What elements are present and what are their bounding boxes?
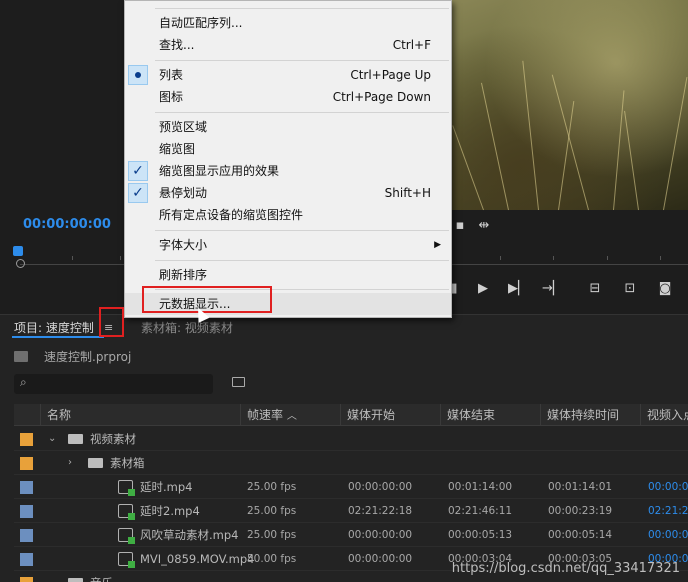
menu-item-hover-scrub[interactable]: ✓ 悬停划动 Shift+H (125, 182, 451, 204)
highlight-panel-menu (99, 307, 124, 337)
chevron-down-icon[interactable]: ⌄ (48, 427, 56, 451)
label-color-swatch[interactable] (20, 577, 33, 582)
menu-item-refresh-sort[interactable]: 刷新排序 (125, 264, 451, 286)
column-header-name[interactable]: 名称 (40, 404, 246, 426)
go-to-out-icon[interactable]: →▏ (542, 281, 563, 297)
menu-item-font-size[interactable]: 字体大小 ▶ (125, 234, 451, 256)
step-forward-icon[interactable]: ▶▏ (508, 281, 528, 297)
playhead-timecode[interactable]: 00:00:00:00 (23, 217, 111, 232)
folder-icon (68, 578, 83, 582)
column-header-fps[interactable]: 帧速率 ︿ (240, 404, 340, 426)
play-icon[interactable]: ▶ (473, 281, 493, 297)
search-input[interactable]: ⌕ (14, 374, 213, 394)
video-clip-icon (118, 528, 135, 544)
tab-bin[interactable]: 素材箱: 视频素材 (141, 319, 233, 336)
folder-icon (88, 458, 103, 468)
project-panel: 项目: 速度控制 ≡ 素材箱: 视频素材 速度控制.prproj ⌕ 名称 帧速… (0, 314, 688, 582)
project-file-icon (14, 351, 28, 362)
project-file-name: 速度控制.prproj (44, 350, 132, 364)
menu-item-list-view[interactable]: 列表 Ctrl+Page Up (125, 64, 451, 86)
clip-row[interactable]: 延时2.mp4 25.00 fps 02:21:22:18 02:21:46:11 00… (14, 499, 688, 523)
clip-row[interactable]: 风吹草动素材.mp4 25.00 fps 00:00:00:00 00:00:05:1… (14, 523, 688, 547)
check-icon: ✓ (128, 183, 148, 203)
video-clip-icon (118, 480, 135, 496)
media-duration-cell: 00:01:14:01 (548, 481, 613, 493)
label-color-swatch[interactable] (20, 505, 33, 518)
menu-item-automate-to-sequence[interactable]: 自动匹配序列... (125, 12, 451, 34)
menu-item-thumbnail-controls[interactable]: 所有定点设备的缩览图控件 (125, 204, 451, 226)
frame-rate-cell: 25.00 fps (247, 529, 297, 541)
chevron-right-icon[interactable]: › (68, 451, 72, 475)
label-color-swatch[interactable] (20, 481, 33, 494)
highlight-metadata-item (142, 286, 272, 313)
label-color-swatch[interactable] (20, 553, 33, 566)
menu-item-preview-area[interactable]: 预览区域 (125, 116, 451, 138)
trim-icon[interactable]: ⇹ (474, 218, 494, 234)
item-name[interactable]: 音乐 (90, 571, 113, 582)
media-end-cell: 02:21:46:11 (448, 505, 513, 517)
item-name[interactable]: 视频素材 (90, 427, 136, 451)
tab-project[interactable]: 项目: 速度控制 (14, 319, 94, 336)
playhead-marker[interactable] (13, 246, 23, 256)
column-header-media-end[interactable]: 媒体结束 (440, 404, 540, 426)
insert-icon[interactable]: ⊟ (585, 281, 605, 297)
media-start-cell: 00:00:00:00 (348, 529, 413, 541)
item-name[interactable]: 延时2.mp4 (140, 499, 200, 523)
media-end-cell: 00:01:14:00 (448, 481, 513, 493)
settings-dropdown-icon[interactable]: ▪ (450, 218, 470, 234)
media-end-cell: 00:00:05:13 (448, 529, 513, 541)
media-start-cell: 00:00:00:00 (348, 553, 413, 565)
menu-item-thumbnails[interactable]: 缩览图 (125, 138, 451, 160)
media-duration-cell: 00:00:23:19 (548, 505, 613, 517)
item-name[interactable]: 延时.mp4 (140, 475, 192, 499)
watermark: https://blog.csdn.net/qq_33417321 (451, 561, 680, 576)
frame-rate-cell: 50.00 fps (247, 553, 297, 565)
menu-item-find[interactable]: 查找... Ctrl+F (125, 34, 451, 56)
active-tab-indicator (12, 336, 104, 338)
clip-row[interactable]: 延时.mp4 25.00 fps 00:00:00:00 00:01:14:00 00:… (14, 475, 688, 499)
label-color-swatch[interactable] (20, 457, 33, 470)
search-icon: ⌕ (20, 375, 27, 389)
media-start-cell: 00:00:00:00 (348, 481, 413, 493)
bin-row[interactable]: ⌄ 视频素材 (14, 427, 688, 451)
project-panel-menu: 自动匹配序列... 查找... Ctrl+F 列表 Ctrl+Page Up 图… (124, 0, 452, 318)
folder-icon (68, 434, 83, 444)
item-name[interactable]: 风吹草动素材.mp4 (140, 523, 238, 547)
menu-item-icon-view[interactable]: 图标 Ctrl+Page Down (125, 86, 451, 108)
table-header: 名称 帧速率 ︿ 媒体开始 媒体结束 媒体持续时间 视频入点 (14, 404, 688, 426)
label-color-swatch[interactable] (20, 529, 33, 542)
video-in-cell: 00:00:00 (648, 481, 688, 493)
column-header-duration[interactable]: 媒体持续时间 (540, 404, 640, 426)
playhead-knob[interactable] (16, 259, 25, 268)
media-duration-cell: 00:00:05:14 (548, 529, 613, 541)
video-preview (448, 0, 688, 211)
source-monitor (0, 0, 124, 210)
sort-ascending-icon: ︿ (286, 411, 297, 422)
video-in-cell: 02:21:22 (648, 505, 688, 517)
video-in-cell: 00:00:00 (648, 529, 688, 541)
overwrite-icon[interactable]: ⊡ (620, 281, 640, 297)
label-color-swatch[interactable] (20, 433, 33, 446)
camera-icon[interactable]: ◙ (655, 281, 675, 297)
check-icon: ✓ (128, 161, 148, 181)
radio-selected-icon (128, 65, 148, 85)
video-clip-icon (118, 504, 135, 520)
chevron-down-icon[interactable]: ⌄ (48, 571, 56, 582)
item-name[interactable]: 素材箱 (110, 451, 145, 475)
frame-rate-cell: 25.00 fps (247, 505, 297, 517)
menu-item-thumbnails-effects[interactable]: ✓ 缩览图显示应用的效果 (125, 160, 451, 182)
new-search-bin-icon[interactable] (232, 377, 245, 387)
video-clip-icon (118, 552, 135, 568)
bin-row[interactable]: › 素材箱 (14, 451, 688, 475)
item-name[interactable]: MVI_0859.MOV.mp4 (140, 547, 254, 571)
column-header-video-in[interactable]: 视频入点 (640, 404, 688, 426)
frame-rate-cell: 25.00 fps (247, 481, 297, 493)
column-header-media-start[interactable]: 媒体开始 (340, 404, 440, 426)
media-start-cell: 02:21:22:18 (348, 505, 413, 517)
submenu-arrow-icon: ▶ (434, 240, 441, 250)
